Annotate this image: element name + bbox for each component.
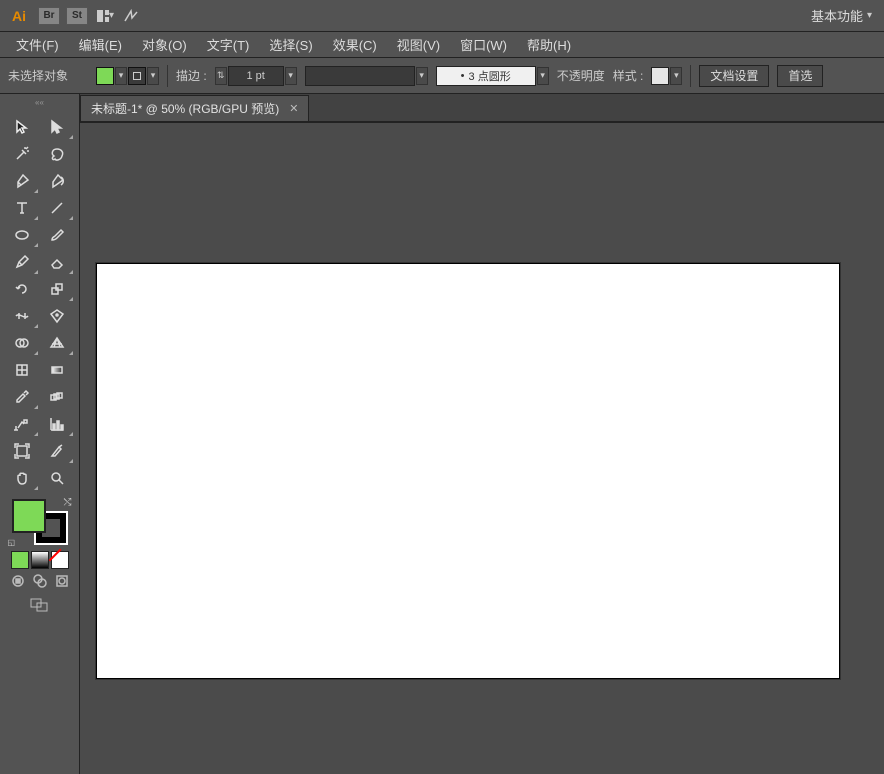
fill-color-box[interactable] — [12, 499, 46, 533]
document-tab-title: 未标题-1* @ 50% (RGB/GPU 预览) — [91, 100, 279, 117]
menu-object[interactable]: 对象(O) — [132, 32, 197, 57]
stock-button[interactable]: St — [66, 7, 88, 25]
fill-color-swatch[interactable] — [96, 67, 114, 85]
rotate-tool[interactable] — [5, 276, 39, 302]
toolbox-panel: «« — [0, 94, 80, 774]
app-logo: Ai — [6, 8, 32, 24]
bridge-button[interactable]: Br — [38, 7, 60, 25]
graphic-style-dropdown[interactable]: ▾ — [670, 67, 682, 85]
stroke-weight-stepper[interactable]: ⇅ — [215, 67, 227, 85]
direct-selection-tool[interactable] — [40, 114, 74, 140]
brush-definition-dropdown[interactable]: ▾ — [537, 67, 549, 85]
chevron-down-icon: ▾ — [867, 10, 872, 21]
stroke-label: 描边 : — [176, 67, 207, 84]
control-bar: 未选择对象 ▾ ▾ 描边 : ⇅ 1 pt ▾ ▾ •3 点圆形 ▾ 不透明度 … — [0, 58, 884, 94]
gpu-performance-icon[interactable] — [122, 7, 140, 25]
width-tool[interactable] — [5, 303, 39, 329]
stroke-weight-dropdown[interactable]: ▾ — [285, 67, 297, 85]
eyedropper-tool[interactable] — [5, 384, 39, 410]
stroke-weight-value[interactable]: 1 pt — [228, 66, 284, 86]
stroke-color-swatch[interactable] — [128, 67, 146, 85]
blend-tool[interactable] — [40, 384, 74, 410]
gradient-tool[interactable] — [40, 357, 74, 383]
variable-width-profile[interactable] — [305, 66, 415, 86]
lasso-tool[interactable] — [40, 141, 74, 167]
draw-inside-icon[interactable] — [54, 573, 70, 589]
mesh-tool[interactable] — [5, 357, 39, 383]
separator — [690, 65, 691, 87]
symbol-sprayer-tool[interactable] — [5, 411, 39, 437]
stroke-color-dropdown[interactable]: ▾ — [147, 67, 159, 85]
perspective-grid-tool[interactable] — [40, 330, 74, 356]
fill-stroke-control[interactable]: ⤭ ◱ — [12, 499, 68, 545]
workspace-label: 基本功能 — [811, 6, 863, 25]
hand-tool[interactable] — [5, 465, 39, 491]
column-graph-tool[interactable] — [40, 411, 74, 437]
paintbrush-tool[interactable] — [40, 222, 74, 248]
work-area: «« — [0, 94, 884, 774]
style-label: 样式 : — [613, 67, 644, 84]
line-segment-tool[interactable] — [40, 195, 74, 221]
brush-definition[interactable]: •3 点圆形 — [436, 66, 536, 86]
graphic-style-swatch[interactable] — [651, 67, 669, 85]
swap-fill-stroke-icon[interactable]: ⤭ — [64, 497, 72, 508]
type-tool[interactable] — [5, 195, 39, 221]
variable-width-dropdown[interactable]: ▾ — [416, 67, 428, 85]
eraser-tool[interactable] — [40, 249, 74, 275]
scale-tool[interactable] — [40, 276, 74, 302]
default-fill-stroke-icon[interactable]: ◱ — [8, 538, 16, 547]
free-transform-tool[interactable] — [40, 303, 74, 329]
pencil-tool[interactable] — [5, 249, 39, 275]
menu-help[interactable]: 帮助(H) — [517, 32, 581, 57]
color-mode-solid[interactable] — [11, 551, 29, 569]
document-setup-button[interactable]: 文档设置 — [699, 65, 769, 87]
separator — [167, 65, 168, 87]
menu-effect[interactable]: 效果(C) — [323, 32, 387, 57]
close-tab-icon[interactable]: ✕ — [289, 102, 298, 115]
app-header: Ai Br St ▾ 基本功能 ▾ — [0, 0, 884, 32]
draw-behind-icon[interactable] — [32, 573, 48, 589]
pen-tool[interactable] — [5, 168, 39, 194]
color-mode-gradient[interactable] — [31, 551, 49, 569]
magic-wand-tool[interactable] — [5, 141, 39, 167]
menu-type[interactable]: 文字(T) — [197, 32, 260, 57]
document-tab[interactable]: 未标题-1* @ 50% (RGB/GPU 预览) ✕ — [80, 95, 309, 121]
screen-mode-button[interactable] — [29, 597, 51, 613]
menu-window[interactable]: 窗口(W) — [450, 32, 517, 57]
fill-color-dropdown[interactable]: ▾ — [115, 67, 127, 85]
slice-tool[interactable] — [40, 438, 74, 464]
arrange-documents-icon[interactable]: ▾ — [96, 7, 114, 25]
color-mode-none[interactable] — [51, 551, 69, 569]
menu-file[interactable]: 文件(F) — [6, 32, 69, 57]
document-tab-strip: 未标题-1* @ 50% (RGB/GPU 预览) ✕ — [80, 94, 884, 122]
menu-edit[interactable]: 编辑(E) — [69, 32, 132, 57]
toolbox-collapse-icon[interactable]: «« — [30, 98, 50, 108]
canvas-viewport[interactable] — [80, 122, 884, 774]
menu-bar: 文件(F) 编辑(E) 对象(O) 文字(T) 选择(S) 效果(C) 视图(V… — [0, 32, 884, 58]
workspace-switcher[interactable]: 基本功能 ▾ — [805, 6, 878, 25]
artboard[interactable] — [96, 263, 840, 679]
menu-view[interactable]: 视图(V) — [387, 32, 450, 57]
artboard-tool[interactable] — [5, 438, 39, 464]
selection-tool[interactable] — [5, 114, 39, 140]
zoom-tool[interactable] — [40, 465, 74, 491]
menu-select[interactable]: 选择(S) — [259, 32, 322, 57]
preferences-button[interactable]: 首选 — [777, 65, 823, 87]
ellipse-tool[interactable] — [5, 222, 39, 248]
shape-builder-tool[interactable] — [5, 330, 39, 356]
opacity-label[interactable]: 不透明度 — [557, 67, 605, 84]
document-area: 未标题-1* @ 50% (RGB/GPU 预览) ✕ — [80, 94, 884, 774]
curvature-pen-tool[interactable] — [40, 168, 74, 194]
draw-normal-icon[interactable] — [10, 573, 26, 589]
selection-status: 未选择对象 — [8, 67, 68, 84]
